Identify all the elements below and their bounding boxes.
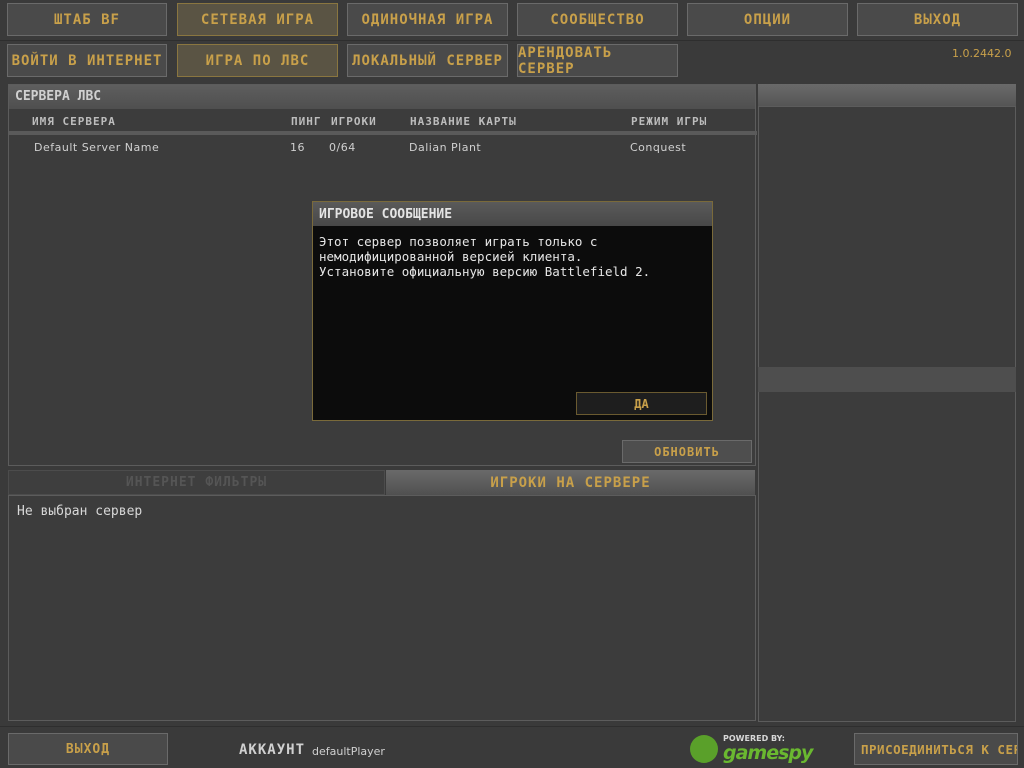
column-header-mode[interactable]: РЕЖИМ ИГРЫ	[631, 115, 707, 128]
subnav-internet-button[interactable]: ВОЙТИ В ИНТЕРНЕТ	[7, 44, 167, 77]
nav-options-button[interactable]: ОПЦИИ	[687, 3, 848, 36]
server-ping-cell: 16	[290, 141, 305, 154]
right-info-panel	[758, 106, 1016, 722]
nav-multiplayer-button[interactable]: СЕТЕВАЯ ИГРА	[177, 3, 338, 36]
server-mode-cell: Conquest	[630, 141, 687, 154]
refresh-button[interactable]: ОБНОВИТЬ	[622, 440, 752, 463]
account-name: defaultPlayer	[312, 745, 385, 758]
no-server-selected-text: Не выбран сервер	[17, 504, 143, 519]
right-panel-header	[758, 84, 1016, 106]
server-players-cell: 0/64	[329, 141, 356, 154]
column-header-players[interactable]: ИГРОКИ	[331, 115, 377, 128]
server-list-title: СЕРВЕРА ЛВС	[9, 85, 755, 109]
dialog-title: ИГРОВОЕ СООБЩЕНИЕ	[313, 202, 712, 226]
gamespy-logo: POWERED BY: gamespy	[690, 733, 813, 765]
top-divider	[0, 40, 1024, 41]
subnav-rent-server-button[interactable]: АРЕНДОВАТЬ СЕРВЕР	[517, 44, 678, 77]
gamespy-wordmark: gamespy	[723, 742, 813, 764]
bottom-divider	[0, 726, 1024, 727]
subnav-local-server-button[interactable]: ЛОКАЛЬНЫЙ СЕРВЕР	[347, 44, 508, 77]
column-divider	[9, 131, 757, 135]
dialog-ok-button[interactable]: ДА	[576, 392, 707, 415]
column-header-name[interactable]: ИМЯ СЕРВЕРА	[32, 115, 116, 128]
version-label: 1.0.2442.0	[952, 47, 1012, 60]
server-map-cell: Dalian Plant	[409, 141, 482, 154]
nav-singleplayer-button[interactable]: ОДИНОЧНАЯ ИГРА	[347, 3, 508, 36]
gamespy-icon	[690, 735, 718, 763]
join-server-button[interactable]: ПРИСОЕДИНИТЬСЯ К СЕРВ	[854, 733, 1018, 765]
right-panel-divider-bar	[758, 367, 1016, 392]
server-name-cell: Default Server Name	[34, 141, 160, 154]
tab-server-players[interactable]: ИГРОКИ НА СЕРВЕРЕ	[386, 470, 755, 495]
game-message-dialog: ИГРОВОЕ СООБЩЕНИЕ Этот сервер позволяет …	[312, 201, 713, 421]
subnav-lan-button[interactable]: ИГРА ПО ЛВС	[177, 44, 338, 77]
nav-exit-button[interactable]: ВЫХОД	[857, 3, 1018, 36]
column-header-map[interactable]: НАЗВАНИЕ КАРТЫ	[410, 115, 517, 128]
bottom-exit-button[interactable]: ВЫХОД	[8, 733, 168, 765]
tab-internet-filters[interactable]: ИНТЕРНЕТ ФИЛЬТРЫ	[8, 470, 385, 495]
dialog-message: Этот сервер позволяет играть только с не…	[319, 234, 651, 279]
column-header-ping[interactable]: ПИНГ	[291, 115, 322, 128]
nav-community-button[interactable]: СООБЩЕСТВО	[517, 3, 678, 36]
server-players-panel: Не выбран сервер	[8, 495, 756, 721]
nav-hq-button[interactable]: ШТАБ BF	[7, 3, 167, 36]
account-label: АККАУНТ	[239, 742, 306, 758]
